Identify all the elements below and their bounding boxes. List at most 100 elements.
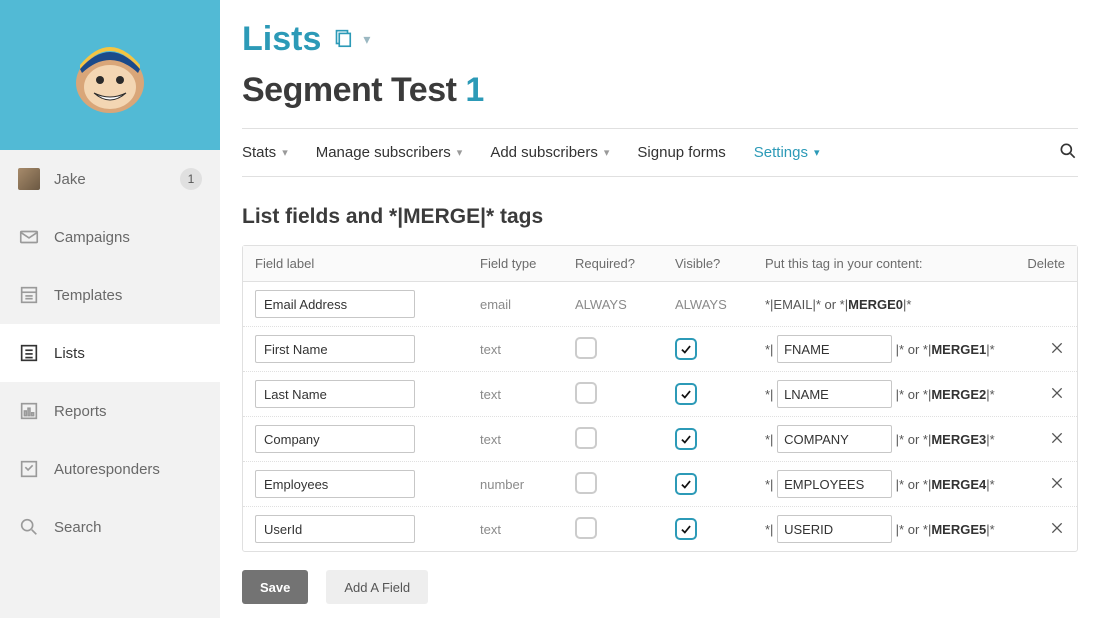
delete-button[interactable] [1049, 430, 1065, 446]
th-required: Required? [575, 256, 675, 271]
chevron-down-icon: ▾ [457, 146, 463, 159]
section-title: List fields and *|MERGE|* tags [242, 205, 1078, 229]
field-label-input[interactable] [255, 515, 415, 543]
nav-label: Templates [54, 287, 122, 304]
table-row: number *| |* or *|MERGE4|* [243, 462, 1077, 507]
field-label-input[interactable] [255, 425, 415, 453]
main: Lists ▾ Segment Test 1 Stats▾ Manage sub… [220, 0, 1100, 618]
table-header: Field label Field type Required? Visible… [243, 246, 1077, 282]
field-type: email [480, 297, 575, 312]
th-label: Field label [255, 256, 480, 271]
chevron-down-icon: ▾ [282, 146, 288, 159]
lists-icon [18, 342, 40, 364]
breadcrumb-pages-icon [331, 27, 353, 52]
visible-checkbox[interactable] [675, 518, 697, 540]
nav-item-lists[interactable]: Lists [0, 324, 220, 382]
required-checkbox[interactable] [575, 337, 597, 359]
envelope-icon [18, 226, 40, 248]
nav-item-autoresponders[interactable]: Autoresponders [0, 440, 220, 498]
add-field-button[interactable]: Add A Field [326, 570, 428, 604]
field-type: text [480, 387, 575, 402]
field-type: text [480, 432, 575, 447]
templates-icon [18, 284, 40, 306]
tab-settings[interactable]: Settings▾ [754, 144, 820, 161]
page-title: Segment Test 1 [242, 71, 1078, 110]
nav-item-templates[interactable]: Templates [0, 266, 220, 324]
chevron-down-icon: ▾ [604, 146, 610, 159]
merge-tag-wrapper: *| |* or *|MERGE4|* [765, 477, 995, 492]
fields-table: Field label Field type Required? Visible… [242, 245, 1078, 552]
nav-item-search[interactable]: Search [0, 498, 220, 556]
nav-user-name: Jake [54, 171, 86, 188]
tab-stats[interactable]: Stats▾ [242, 144, 288, 161]
table-row: text *| |* or *|MERGE5|* [243, 507, 1077, 551]
chevron-down-icon: ▾ [814, 146, 820, 159]
save-button[interactable]: Save [242, 570, 308, 604]
tab-signup-forms[interactable]: Signup forms [637, 144, 725, 161]
field-type: text [480, 342, 575, 357]
avatar [18, 168, 40, 190]
merge-tag-wrapper: *| |* or *|MERGE3|* [765, 432, 995, 447]
table-row: text *| |* or *|MERGE3|* [243, 417, 1077, 462]
visible-checkbox[interactable] [675, 428, 697, 450]
breadcrumb-title: Lists [242, 20, 321, 59]
required-checkbox[interactable] [575, 517, 597, 539]
merge-tag-wrapper: *| |* or *|MERGE1|* [765, 342, 995, 357]
th-visible: Visible? [675, 256, 765, 271]
merge-tag-input[interactable] [777, 425, 892, 453]
table-row: text *| |* or *|MERGE2|* [243, 372, 1077, 417]
field-label-input[interactable] [255, 335, 415, 363]
table-row: text *| |* or *|MERGE1|* [243, 327, 1077, 372]
nav-label: Reports [54, 403, 107, 420]
required-checkbox[interactable] [575, 427, 597, 449]
th-type: Field type [480, 256, 575, 271]
required-static: ALWAYS [575, 297, 627, 312]
nav: Jake 1 Campaigns Templates Lists [0, 150, 220, 556]
nav-item-campaigns[interactable]: Campaigns [0, 208, 220, 266]
search-button[interactable] [1058, 141, 1078, 164]
nav-user-badge: 1 [180, 168, 202, 190]
page-title-number: 1 [465, 71, 483, 109]
search-icon [18, 516, 40, 538]
visible-checkbox[interactable] [675, 338, 697, 360]
merge-tag-input[interactable] [777, 380, 892, 408]
nav-label: Autoresponders [54, 461, 160, 478]
delete-button[interactable] [1049, 520, 1065, 536]
field-label-input[interactable] [255, 380, 415, 408]
merge-tag-wrapper: *| |* or *|MERGE5|* [765, 522, 995, 537]
merge-tag-input[interactable] [777, 335, 892, 363]
delete-button[interactable] [1049, 385, 1065, 401]
page-title-text: Segment Test [242, 71, 456, 109]
merge-tag-text: *|EMAIL|* or *|MERGE0|* [765, 297, 911, 312]
nav-label: Campaigns [54, 229, 130, 246]
tabbar: Stats▾ Manage subscribers▾ Add subscribe… [242, 128, 1078, 177]
autoresponders-icon [18, 458, 40, 480]
visible-checkbox[interactable] [675, 383, 697, 405]
breadcrumb[interactable]: Lists ▾ [242, 20, 1078, 59]
delete-button[interactable] [1049, 340, 1065, 356]
reports-icon [18, 400, 40, 422]
th-tag: Put this tag in your content: [765, 256, 1010, 271]
nav-item-user[interactable]: Jake 1 [0, 150, 220, 208]
field-label-input[interactable] [255, 470, 415, 498]
required-checkbox[interactable] [575, 472, 597, 494]
merge-tag-wrapper: *| |* or *|MERGE2|* [765, 387, 995, 402]
visible-static: ALWAYS [675, 297, 727, 312]
chevron-down-icon: ▾ [363, 31, 370, 48]
merge-tag-input[interactable] [777, 470, 892, 498]
field-type: number [480, 477, 575, 492]
table-row: emailALWAYSALWAYS*|EMAIL|* or *|MERGE0|* [243, 282, 1077, 327]
nav-label: Lists [54, 345, 85, 362]
th-delete: Delete [1010, 256, 1065, 271]
delete-button[interactable] [1049, 475, 1065, 491]
nav-item-reports[interactable]: Reports [0, 382, 220, 440]
required-checkbox[interactable] [575, 382, 597, 404]
button-row: Save Add A Field [242, 570, 1078, 604]
field-label-input[interactable] [255, 290, 415, 318]
merge-tag-input[interactable] [777, 515, 892, 543]
tab-manage-subscribers[interactable]: Manage subscribers▾ [316, 144, 463, 161]
tab-add-subscribers[interactable]: Add subscribers▾ [490, 144, 609, 161]
sidebar: Jake 1 Campaigns Templates Lists [0, 0, 220, 618]
visible-checkbox[interactable] [675, 473, 697, 495]
field-type: text [480, 522, 575, 537]
